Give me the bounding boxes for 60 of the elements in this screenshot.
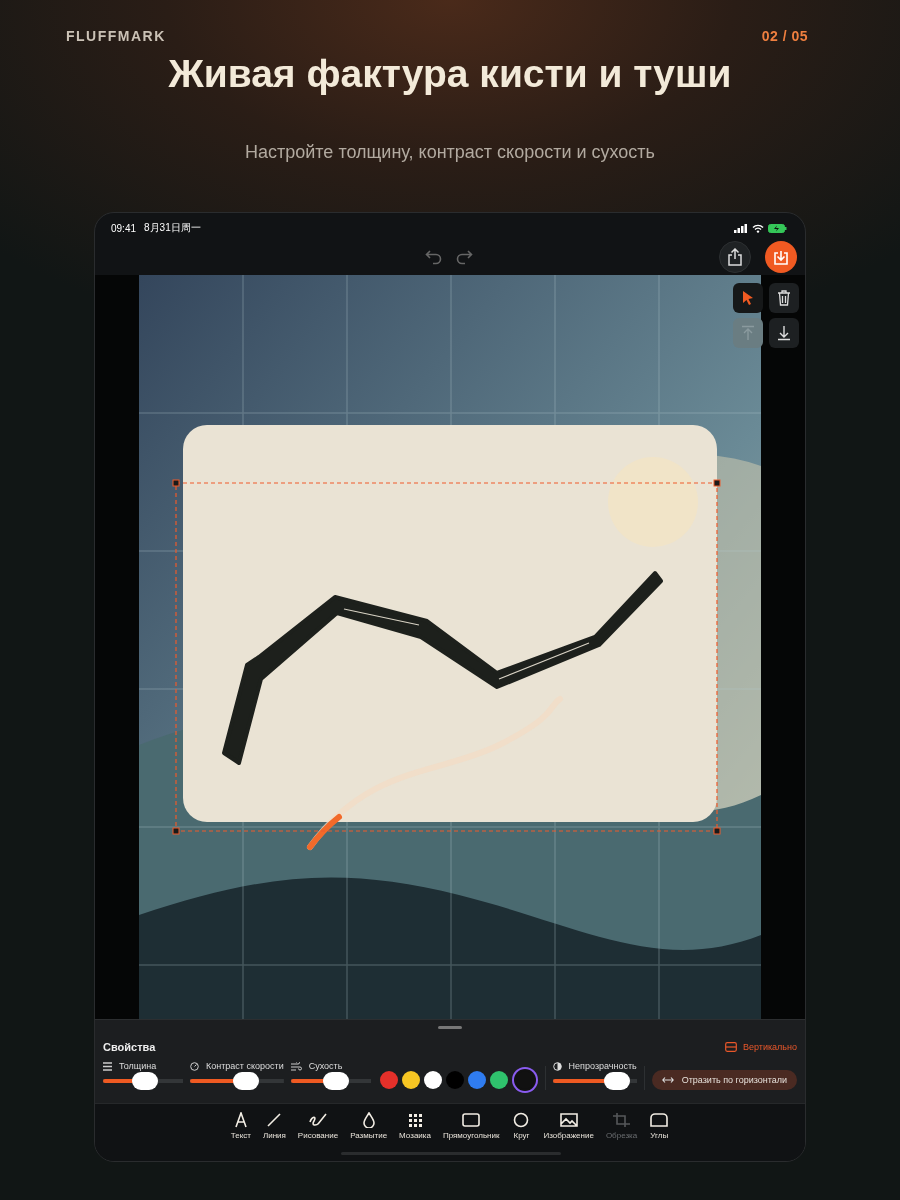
- tool-button[interactable]: Прямоугольник: [440, 1112, 502, 1146]
- color-swatch[interactable]: [467, 1071, 486, 1089]
- double-arrow-icon: [661, 1076, 674, 1084]
- slider-thumb[interactable]: [233, 1072, 260, 1090]
- split-rectangle-icon: [724, 1042, 737, 1052]
- line-weight-icon: [103, 1061, 112, 1071]
- slider-label: Сухость: [308, 1061, 343, 1071]
- color-swatch[interactable]: [401, 1071, 420, 1089]
- brand-name: FLUFFMARK: [66, 28, 166, 44]
- subtitle: Настройте толщину, контраст скорости и сухость: [244, 142, 656, 163]
- redo-icon[interactable]: [455, 249, 473, 265]
- cursor-icon: [741, 290, 755, 306]
- tool-button[interactable]: Мозаика: [397, 1112, 433, 1146]
- slider-label: Толщина: [119, 1061, 157, 1071]
- slider-thumb[interactable]: [322, 1072, 349, 1090]
- color-swatch[interactable]: [379, 1071, 398, 1089]
- slider-thumb[interactable]: [131, 1072, 158, 1090]
- crop-icon: [611, 1112, 632, 1128]
- share-button[interactable]: [719, 241, 751, 273]
- image-icon: [558, 1112, 579, 1128]
- arrow-up-icon: [741, 325, 755, 341]
- slider-label: Непрозрачность: [568, 1061, 637, 1071]
- tool-button[interactable]: Рисование: [295, 1112, 341, 1146]
- wifi-icon: [752, 223, 764, 233]
- slider-label: Контраст скорости: [206, 1061, 284, 1071]
- pointer-button[interactable]: [733, 283, 763, 313]
- tool-button[interactable]: Круг: [509, 1112, 534, 1146]
- download-icon: [773, 248, 789, 266]
- tool-button[interactable]: Углы: [647, 1112, 672, 1146]
- tool-button[interactable]: Линия: [260, 1112, 288, 1146]
- status-time: 09:41: [111, 222, 137, 234]
- rectangle-icon: [461, 1112, 482, 1128]
- battery-icon: [768, 223, 787, 233]
- wind-icon: [290, 1061, 302, 1071]
- status-date: 8月31日周一: [144, 221, 201, 235]
- tool-button[interactable]: Размытие: [348, 1112, 390, 1146]
- orientation-toggle[interactable]: Вертикально: [724, 1042, 797, 1052]
- tool-button[interactable]: Текст: [228, 1112, 253, 1146]
- send-to-bottom-button[interactable]: [769, 318, 799, 348]
- color-swatch[interactable]: [515, 1071, 534, 1089]
- delete-button[interactable]: [769, 283, 799, 313]
- trash-icon: [777, 290, 791, 306]
- color-swatch[interactable]: [445, 1071, 464, 1089]
- tool-button[interactable]: Изображение: [541, 1112, 596, 1146]
- flip-horizontal-button[interactable]: Отразить по горизонтали: [651, 1070, 797, 1090]
- panel-title: Свойства: [103, 1041, 156, 1053]
- gauge-icon: [190, 1061, 199, 1071]
- contrast-icon: [552, 1061, 562, 1071]
- arrow-down-icon: [777, 325, 791, 341]
- signal-icon: [734, 223, 748, 233]
- headline: Живая фактура кисти и туши: [167, 52, 733, 96]
- slider-thumb[interactable]: [604, 1072, 631, 1090]
- save-button[interactable]: [765, 241, 797, 273]
- color-swatch[interactable]: [489, 1071, 508, 1089]
- color-swatch[interactable]: [423, 1071, 442, 1089]
- rounded-corner-icon: [649, 1112, 670, 1128]
- page-counter: 02 / 05: [761, 28, 808, 44]
- undo-icon[interactable]: [425, 249, 443, 265]
- pen-icon: [308, 1112, 328, 1128]
- share-icon: [727, 248, 743, 266]
